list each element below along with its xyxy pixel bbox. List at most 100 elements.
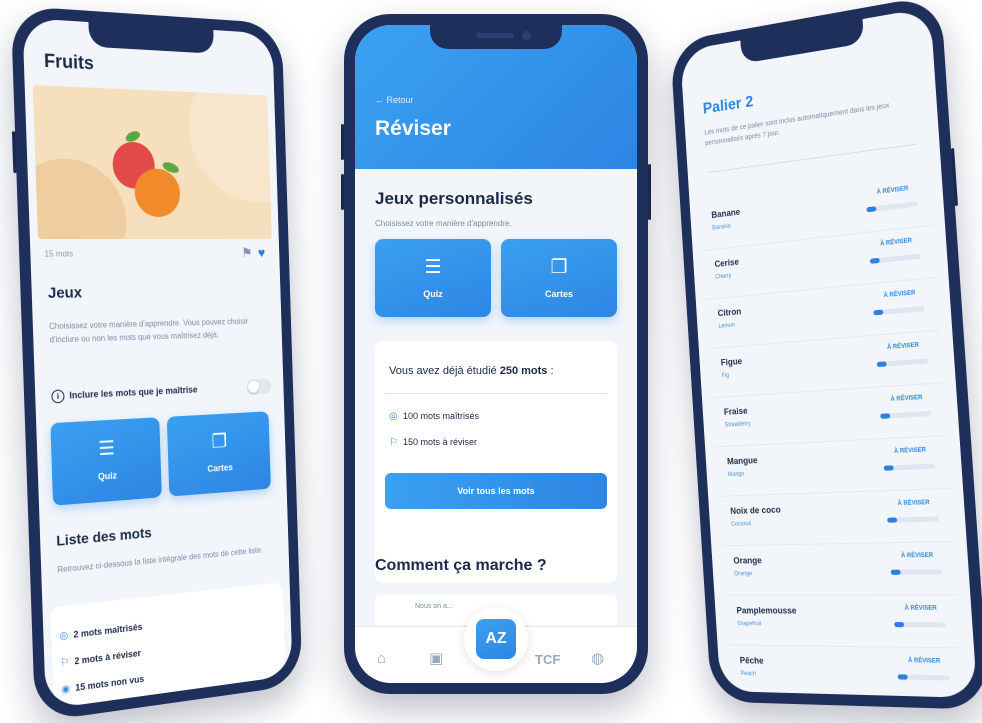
calendar-icon[interactable]: ▣ xyxy=(429,649,443,667)
progress-bar xyxy=(880,410,932,419)
check-circle-icon: ◎ xyxy=(59,630,69,643)
progress-bar xyxy=(873,305,925,316)
progress-bar xyxy=(876,358,929,368)
status-badge: À RÉVISER xyxy=(907,658,941,665)
quiz-button[interactable]: ☰ Quiz xyxy=(50,417,162,506)
quiz-button[interactable]: ☰ Quiz xyxy=(375,239,491,317)
include-mastered-toggle[interactable] xyxy=(246,378,272,395)
center-phone: ← Retour Réviser Jeux personnalisés Choi… xyxy=(341,14,651,694)
progress-bar xyxy=(887,516,939,523)
include-mastered-label: Inclure les mots que je maîtrise xyxy=(69,384,198,401)
how-it-works-heading: Comment ça marche ? xyxy=(375,557,547,574)
word-count: 15 mots xyxy=(44,249,74,259)
see-all-words-button[interactable]: Voir tous les mots xyxy=(385,473,607,509)
notch xyxy=(88,22,215,54)
games-heading: Jeux xyxy=(47,284,83,303)
divider xyxy=(385,393,607,394)
quiz-label: Quiz xyxy=(97,470,118,482)
list-actions: ⚑ ♥ xyxy=(241,245,265,262)
level-screen: Palier 2 Les mots de ce palier sont incl… xyxy=(680,7,978,698)
quiz-label: Quiz xyxy=(423,289,443,299)
status-badge: À RÉVISER xyxy=(897,500,930,508)
status-badge: À RÉVISER xyxy=(890,394,923,403)
word-row[interactable]: Orange Orange À RÉVISER xyxy=(721,542,959,596)
cards-label: Cartes xyxy=(207,462,233,474)
eye-icon: ◉ xyxy=(61,683,71,696)
translation-label: Fig xyxy=(721,372,730,380)
cards-button[interactable]: ❐ Cartes xyxy=(166,411,271,497)
word-list: Banane Banana À RÉVISER Cerise Cherry À RÉVIS… xyxy=(700,172,966,698)
page-title: Palier 2 xyxy=(702,93,754,118)
fruit-illustration xyxy=(32,85,272,239)
progress-bar xyxy=(894,621,947,628)
progress-bar xyxy=(890,569,943,575)
word-label: Fraise xyxy=(723,405,748,417)
status-badge: À RÉVISER xyxy=(904,605,938,612)
progress-fill xyxy=(873,309,884,316)
cards-button[interactable]: ❐ Cartes xyxy=(501,239,617,317)
notch xyxy=(430,25,562,49)
notch xyxy=(740,19,865,64)
word-label: Figue xyxy=(720,356,743,368)
progress-bar xyxy=(897,674,950,681)
cards-icon: ❐ xyxy=(211,431,228,453)
progress-fill xyxy=(894,621,905,628)
include-mastered-row: i Inclure les mots que je maîtrise xyxy=(51,378,272,404)
review-screen: ← Retour Réviser Jeux personnalisés Choi… xyxy=(355,25,637,683)
status-badge: À RÉVISER xyxy=(900,552,934,560)
progress-fill xyxy=(866,206,877,213)
translation-label: Strawberry xyxy=(724,421,751,429)
review-stat: ⚐ 150 mots à réviser xyxy=(389,437,478,448)
translation-label: Grapefruit xyxy=(737,621,762,628)
progress-fill xyxy=(869,257,881,264)
translation-label: Orange xyxy=(734,571,753,578)
heart-icon[interactable]: ♥ xyxy=(258,245,266,261)
games-heading: Jeux personnalisés xyxy=(375,189,533,208)
power-button xyxy=(648,164,651,220)
illustration-shape xyxy=(186,85,272,203)
status-badge: À RÉVISER xyxy=(880,237,913,248)
word-row[interactable]: Mangue Mango À RÉVISER xyxy=(715,436,951,497)
progress-bar xyxy=(883,463,936,471)
home-icon[interactable]: ⌂ xyxy=(377,650,386,667)
studied-card: Vous avez déjà étudié 250 mots : ◎ 100 mo… xyxy=(375,341,617,583)
word-label: Cerise xyxy=(714,256,740,270)
status-badge: À RÉVISER xyxy=(886,342,920,352)
word-list-description: Retrouvez ci-dessous la liste intégrale … xyxy=(57,545,264,575)
flag-icon: ⚐ xyxy=(60,656,70,670)
cards-icon: ❐ xyxy=(550,257,568,278)
back-link[interactable]: ← Retour xyxy=(375,95,414,105)
translation-label: Mango xyxy=(727,471,745,479)
bookmark-icon[interactable]: ⚑ xyxy=(241,245,253,261)
translation-label: Peach xyxy=(740,671,757,678)
word-row[interactable]: Noix de coco Coconut À RÉVISER xyxy=(718,488,955,547)
how-it-works-preview: Nous on a... xyxy=(415,603,453,610)
dictionary-icon: AZ xyxy=(476,619,516,659)
quiz-icon: ☰ xyxy=(424,257,442,278)
volume-button xyxy=(11,131,17,174)
left-phone: Fruits 15 mots ⚑ ♥ Jeux Choisissez votre … xyxy=(10,5,303,723)
word-row[interactable]: Pêche Peach À RÉVISER xyxy=(728,645,966,698)
fruits-screen: Fruits 15 mots ⚑ ♥ Jeux Choisissez votre … xyxy=(22,17,293,710)
divider xyxy=(706,143,918,174)
word-label: Pêche xyxy=(739,655,764,666)
studied-summary: Vous avez déjà étudié 250 mots : xyxy=(389,365,554,377)
progress-bar xyxy=(866,201,918,213)
progress-fill xyxy=(880,413,891,419)
progress-fill xyxy=(897,674,909,680)
progress-fill xyxy=(890,569,902,575)
translation-label: Lemon xyxy=(718,322,735,330)
word-label: Banane xyxy=(711,206,741,220)
dictionary-button[interactable]: AZ xyxy=(464,607,528,671)
games-subtitle: Choisissez votre manière d'apprendre. xyxy=(375,219,512,228)
power-button xyxy=(951,147,959,207)
word-row[interactable]: Pamplemousse Grapefruit À RÉVISER xyxy=(725,595,962,649)
word-label: Citron xyxy=(717,306,742,319)
progress-fill xyxy=(887,517,898,523)
globe-icon[interactable]: ◍ xyxy=(591,649,604,667)
page-title: Fruits xyxy=(43,50,95,74)
volume-button xyxy=(341,174,344,210)
tab-tcf[interactable]: TCF xyxy=(535,652,560,667)
translation-label: Banana xyxy=(712,223,731,232)
volume-button xyxy=(341,124,344,160)
